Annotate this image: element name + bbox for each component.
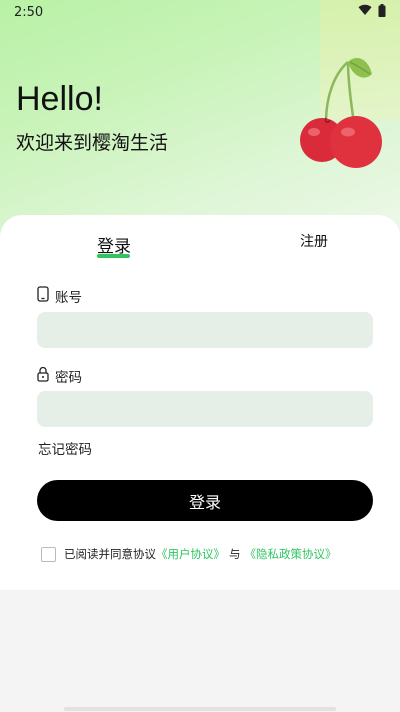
battery-icon: [378, 3, 386, 21]
tab-register[interactable]: 注册: [300, 231, 328, 251]
account-input[interactable]: [37, 312, 373, 348]
status-bar: 2:50: [0, 0, 400, 24]
wifi-icon: [358, 4, 372, 20]
cherry-illustration: [296, 52, 388, 172]
agreement-checkbox[interactable]: [41, 546, 56, 562]
greeting-title: Hello!: [16, 80, 103, 118]
welcome-subtitle: 欢迎来到樱淘生活: [16, 132, 169, 154]
password-label-row: 密码: [37, 366, 82, 386]
agreement-row: 已阅读并同意协议 《用户协议》 与 《隐私政策协议》: [41, 546, 337, 562]
lock-icon: [37, 366, 49, 386]
login-button[interactable]: 登录: [37, 480, 373, 521]
user-agreement-link[interactable]: 《用户协议》: [156, 546, 225, 562]
password-label: 密码: [55, 370, 82, 386]
home-indicator: [64, 707, 336, 711]
password-input[interactable]: [37, 391, 373, 427]
account-label-row: 账号: [37, 286, 82, 306]
agreement-connector: 与: [229, 547, 241, 561]
tab-active-indicator: [97, 254, 130, 258]
status-time: 2:50: [14, 4, 44, 20]
agreement-prefix: 已阅读并同意协议: [64, 547, 156, 561]
account-label: 账号: [55, 290, 82, 306]
privacy-policy-link[interactable]: 《隐私政策协议》: [245, 546, 337, 562]
phone-icon: [37, 286, 49, 306]
forgot-password-link[interactable]: 忘记密码: [38, 438, 92, 458]
status-icons: [358, 3, 386, 21]
